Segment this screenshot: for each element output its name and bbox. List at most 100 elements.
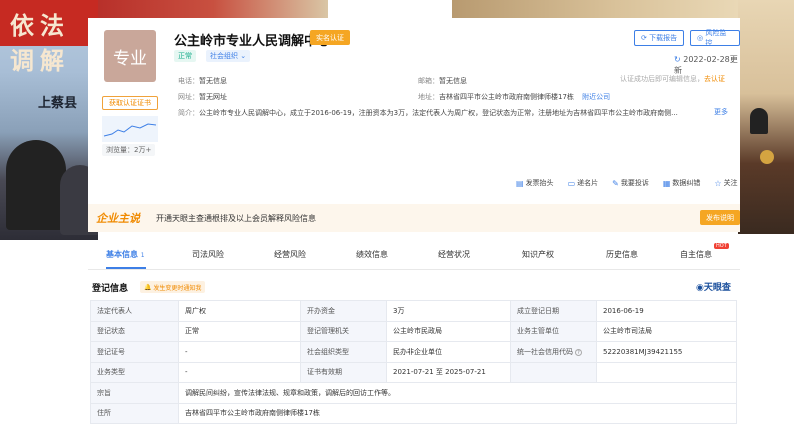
table-cell-key: 登记证号 [90, 341, 179, 363]
tab-history[interactable]: 历史信息 [606, 249, 638, 260]
owner-statement-title: 企业主说 [96, 212, 140, 225]
email-label: 邮箱： [418, 77, 439, 85]
certify-hint: 认证成功后即可编辑信息，去认证 [620, 74, 725, 84]
sync-icon: ↻ [674, 55, 684, 64]
risk-monitor-button[interactable]: ◎ 风险监控 [690, 29, 740, 47]
tab-operation-status[interactable]: 经营状况 [438, 249, 470, 260]
phone-row: 电话：暂无信息 [178, 76, 227, 86]
email-value: 暂无信息 [439, 77, 467, 85]
table-row: 宗旨 调解民间纠纷，宣传法律法规、规章和政策，调解后的回访工作等。 [90, 382, 737, 404]
table-cell-value: 公主岭市民政局 [386, 320, 511, 342]
data-correction-label: 数据纠错 [672, 179, 701, 187]
verified-badge[interactable]: 实名认证 [310, 30, 350, 45]
complaint-button[interactable]: ✎ 我要投诉 [612, 178, 649, 188]
table-cell-key: 成立登记日期 [510, 300, 597, 322]
background-photo-left: 依法调解 上蔡县 [0, 0, 98, 240]
table-cell-key: 业务类型 [90, 361, 179, 383]
registration-table: 法定代表人 周广权 开办资金 3万 成立登记日期 2016-06-19 登记状态… [90, 300, 737, 424]
nearby-companies-link[interactable]: 附近公司 [582, 93, 610, 101]
correction-icon: ▦ [662, 178, 671, 188]
website-label: 网址： [178, 93, 199, 101]
more-link[interactable]: 更多 [714, 107, 728, 117]
table-cell-value: 民办非企业单位 [386, 341, 511, 363]
table-cell-key: 业务主管单位 [510, 320, 597, 342]
publish-statement-label: 发布说明 [706, 213, 734, 222]
brand-name: 天眼查 [703, 283, 731, 293]
go-certify-link[interactable]: 去认证 [704, 75, 725, 83]
updated-date: ↻ 2022-02-28更新 [674, 54, 740, 76]
phone-value: 暂无信息 [199, 77, 227, 85]
background-photo-right [738, 0, 794, 234]
phone-label: 电话： [178, 77, 199, 85]
owner-statement-text: 开通天眼主查通根排及以上会员解释风险信息 [156, 214, 316, 223]
table-row: 登记状态 正常 登记管理机关 公主岭市民政局 业务主管单位 公主岭市司法局 [90, 320, 737, 342]
notify-change-button[interactable]: 🔔 发生变更时通知我 [140, 281, 206, 293]
notify-change-label: 发生变更时通知我 [153, 284, 202, 292]
table-cell-value: - [178, 361, 301, 383]
business-card-label: 递名片 [577, 179, 599, 187]
table-cell-value [596, 361, 737, 383]
certify-hint-text: 认证成功后即可编辑信息， [620, 75, 704, 83]
intro-row: 简介：公主岭市专业人民调解中心，成立于2016-06-19，注册资本为3万，法定… [178, 108, 708, 118]
table-cell-key: 宗旨 [90, 382, 179, 404]
owner-statement-banner: 企业主说 开通天眼主查通根排及以上会员解释风险信息 发布说明 [88, 204, 740, 232]
table-row: 业务类型 - 证书有效期 2021-07-21 至 2025-07-21 [90, 361, 737, 383]
photo-person [6, 140, 66, 230]
org-type-badge[interactable]: 社会组织 ⌄ [206, 50, 251, 62]
invoice-title-button[interactable]: ▤ 发票抬头 [516, 178, 554, 188]
photo-county-text: 上蔡县 [38, 96, 78, 111]
follow-button[interactable]: ☆ 关注 [714, 178, 737, 188]
complaint-icon: ✎ [612, 178, 619, 188]
table-cell-value: 周广权 [178, 300, 301, 322]
tab-self-info[interactable]: 自主信息 [680, 249, 712, 260]
publish-statement-button[interactable]: 发布说明 [700, 210, 740, 225]
company-name: 公主岭市专业人民调解中心 [174, 34, 331, 49]
table-cell-key: 社会组织类型 [300, 341, 387, 363]
refresh-icon: ⟳ [641, 34, 650, 42]
table-cell-value: 2016-06-19 [596, 300, 737, 322]
download-report-button[interactable]: ⟳ 下载报告 [634, 30, 685, 46]
emblem-icon [760, 150, 774, 164]
address-row: 地址：吉林省四平市公主岭市政府南侧律师楼17栋 附近公司 [418, 92, 610, 102]
business-card-button[interactable]: ▭ 递名片 [568, 178, 599, 188]
registration-section: 登记信息 🔔 发生变更时通知我 ◉天眼查 法定代表人 周广权 开办资金 3万 成… [88, 274, 740, 447]
table-cell-key: 住所 [90, 402, 179, 424]
table-cell-key [510, 361, 597, 383]
tab-judicial-risk[interactable]: 司法风险 [192, 249, 224, 260]
active-tab-indicator [106, 267, 146, 269]
table-cell-value: 公主岭市司法局 [596, 320, 737, 342]
table-row: 住所 吉林省四平市公主岭市政府南侧律师楼17栋 [90, 402, 737, 424]
table-cell-value: 调解民间纠纷，宣传法律法规、规章和政策，调解后的回访工作等。 [178, 382, 737, 404]
intro-label: 简介： [178, 109, 199, 117]
org-type-label: 社会组织 [210, 52, 238, 60]
hot-badge: HOT [714, 243, 729, 249]
star-icon: ☆ [714, 178, 722, 188]
tab-basic-info[interactable]: 基本信息 1 [106, 249, 145, 260]
photo-person [750, 108, 768, 134]
tab-operation-risk[interactable]: 经营风险 [274, 249, 306, 260]
tab-ip[interactable]: 知识产权 [522, 249, 554, 260]
background-photo-top-right [452, 0, 782, 18]
follow-label: 关注 [723, 179, 738, 187]
data-correction-button[interactable]: ▦ 数据纠错 [663, 178, 701, 188]
credit-code-label: 统一社会信用代码 [517, 347, 573, 356]
address-label: 地址： [418, 93, 439, 101]
section-tabs: 基本信息 1 司法风险 经营风险 绩效信息 经营状况 知识产权 历史信息 自主信… [88, 240, 740, 270]
help-icon[interactable]: ? [575, 348, 582, 356]
table-cell-value: 正常 [178, 320, 301, 342]
card-icon: ▭ [567, 178, 576, 188]
table-row: 法定代表人 周广权 开办资金 3万 成立登记日期 2016-06-19 [90, 300, 737, 322]
tab-performance[interactable]: 绩效信息 [356, 249, 388, 260]
verified-badge-label: 实名认证 [316, 33, 344, 42]
table-cell-key: 登记状态 [90, 320, 179, 342]
photo-banner-text: 依法调解 [10, 12, 70, 75]
views-count: 浏览量：2万+ [102, 144, 156, 156]
invoice-icon: ▤ [516, 178, 524, 188]
company-card: 专业 获取认证证书 浏览量：2万+ 公主岭市专业人民调解中心 实名认证 正常 社… [88, 18, 740, 232]
background-photo-top [98, 0, 328, 20]
chevron-down-icon: ⌄ [238, 52, 247, 60]
get-certificate-link[interactable]: 获取认证证书 [102, 96, 158, 110]
table-cell-value: 吉林省四平市公主岭市政府南侧律师楼17栋 [178, 402, 737, 424]
complaint-label: 我要投诉 [620, 179, 649, 187]
table-cell-value: 2021-07-21 至 2025-07-21 [386, 361, 511, 383]
